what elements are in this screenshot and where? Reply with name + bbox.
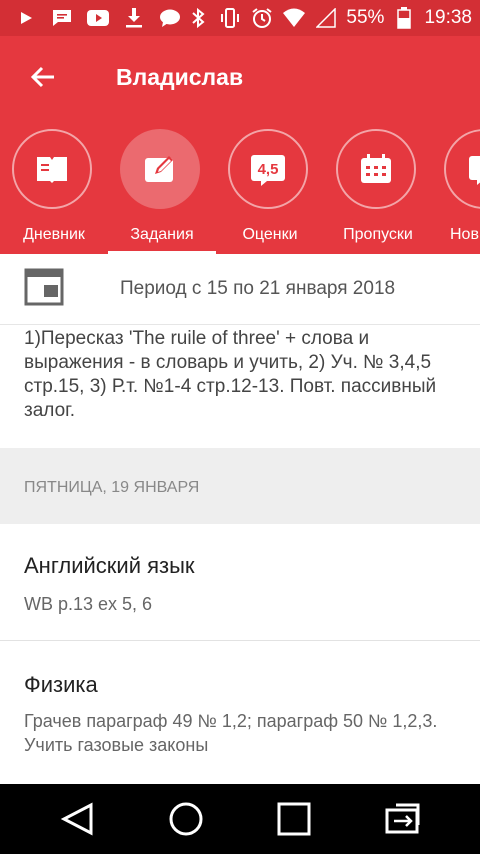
day-header: ПЯТНИЦА, 19 ЯНВАРЯ — [0, 448, 480, 524]
calendar-view-icon — [24, 268, 64, 306]
app-bar: Владислав — [0, 36, 480, 120]
subject-name: Физика — [24, 672, 98, 697]
subject-task: Грачев параграф 49 № 1,2; параграф 50 № … — [24, 711, 438, 755]
signal-icon — [314, 6, 338, 30]
grades-icon: 4,5 — [228, 129, 308, 209]
tab-diary[interactable]: Дневник — [0, 120, 108, 254]
diary-icon — [12, 129, 92, 209]
subject-task: WB p.13 ex 5, 6 — [24, 594, 153, 614]
period-selector[interactable]: Период с 15 по 21 января 2018 — [0, 254, 480, 325]
calendar-icon — [336, 129, 416, 209]
alarm-icon — [250, 6, 274, 30]
tab-label: Пропуски — [343, 226, 413, 243]
tab-tasks[interactable]: Задания — [108, 120, 216, 254]
tab-label: Дневник — [23, 226, 85, 243]
battery-percent: 55% — [346, 7, 385, 28]
subject-card-english[interactable]: Английский язык WB p.13 ex 5, 6 — [0, 524, 480, 640]
chat-icon — [158, 6, 182, 30]
system-nav-bar — [0, 784, 480, 854]
tab-news[interactable]: Нов — [432, 120, 480, 254]
recents-square-icon[interactable] — [274, 801, 314, 837]
bluetooth-icon — [186, 6, 210, 30]
news-icon — [444, 129, 480, 209]
day-header-label: ПЯТНИЦА, 19 ЯНВАРЯ — [24, 479, 200, 496]
tab-grades[interactable]: 4,5 Оценки — [216, 120, 324, 254]
clock: 19:38 — [424, 7, 472, 28]
tab-label: Оценки — [242, 226, 298, 243]
home-circle-icon[interactable] — [166, 801, 206, 837]
arrow-left-icon[interactable] — [28, 62, 58, 92]
section-tabs: Дневник Задания 4,5 Оценки Пропуски Нов — [0, 120, 480, 254]
page-title: Владислав — [116, 64, 244, 90]
switch-icon[interactable] — [382, 801, 422, 837]
subject-name: Английский язык — [24, 553, 195, 578]
download-icon — [122, 6, 146, 30]
battery-icon — [392, 6, 416, 30]
youtube-icon — [86, 6, 110, 30]
status-bar: 55% 19:38 — [0, 0, 480, 36]
message-icon — [50, 6, 74, 30]
svg-text:4,5: 4,5 — [258, 161, 279, 178]
assignment-card[interactable]: 1)Пересказ 'The ruile of three' + слова … — [0, 325, 480, 448]
wifi-icon — [282, 6, 306, 30]
subject-card-physics[interactable]: Физика Грачев параграф 49 № 1,2; парагра… — [0, 641, 480, 784]
period-text: Период с 15 по 21 января 2018 — [120, 278, 396, 299]
edit-icon — [120, 129, 200, 209]
tab-label: Нов — [450, 226, 479, 243]
tab-absences[interactable]: Пропуски — [324, 120, 432, 254]
vibrate-icon — [218, 6, 242, 30]
play-icon — [14, 6, 38, 30]
tab-label: Задания — [130, 226, 194, 243]
assignment-text: 1)Пересказ 'The ruile of three' + слова … — [24, 328, 437, 421]
back-triangle-icon[interactable] — [58, 801, 98, 837]
